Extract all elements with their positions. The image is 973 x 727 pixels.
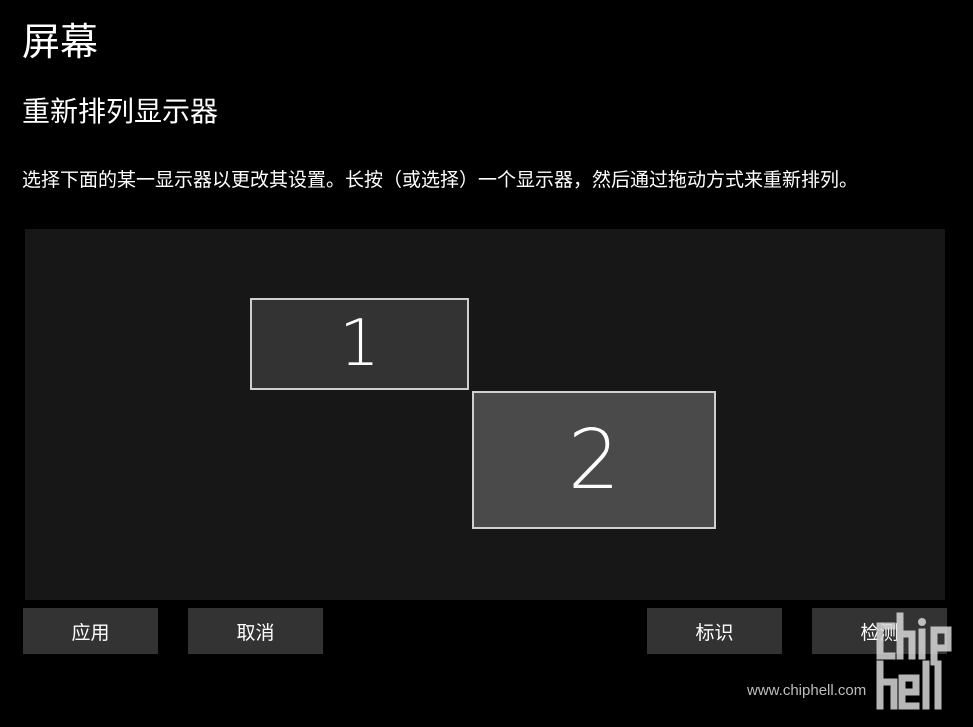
- page-title: 屏幕: [22, 20, 99, 64]
- monitor-1-label: 1: [339, 307, 380, 381]
- monitor-1[interactable]: 1: [250, 298, 469, 390]
- apply-button[interactable]: 应用: [23, 608, 158, 654]
- monitor-2-label: 2: [567, 412, 621, 508]
- chiphell-logo-icon: [876, 612, 952, 710]
- monitor-2[interactable]: 2: [472, 391, 716, 529]
- section-description: 选择下面的某一显示器以更改其设置。长按（或选择）一个显示器，然后通过拖动方式来重…: [22, 169, 859, 191]
- watermark-url: www.chiphell.com: [747, 682, 867, 699]
- display-arrangement-area[interactable]: 1 2: [25, 229, 945, 600]
- cancel-button[interactable]: 取消: [188, 608, 323, 654]
- display-settings-page: 屏幕 重新排列显示器 选择下面的某一显示器以更改其设置。长按（或选择）一个显示器…: [0, 0, 973, 727]
- identify-button[interactable]: 标识: [647, 608, 782, 654]
- section-title: 重新排列显示器: [22, 95, 219, 128]
